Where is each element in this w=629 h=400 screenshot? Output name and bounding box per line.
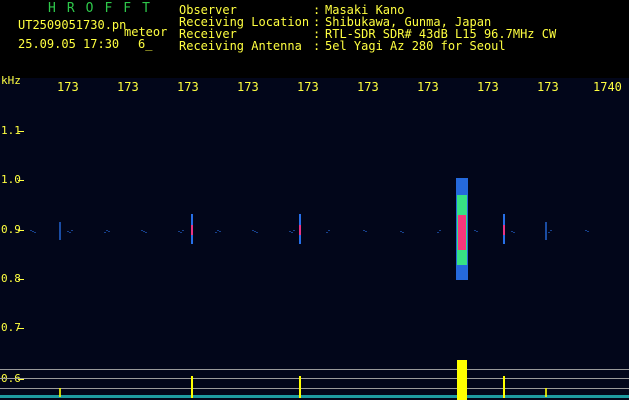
noise-dot — [104, 232, 106, 233]
noise-dot — [256, 232, 258, 233]
noise-dot — [550, 230, 552, 231]
spectrum-spike — [545, 388, 547, 397]
noise-dot — [217, 230, 219, 231]
noise-dot — [30, 230, 32, 231]
noise-dot — [363, 230, 365, 231]
signal-weak — [545, 222, 547, 240]
noise-dot — [437, 232, 439, 233]
noise-dot — [402, 232, 404, 233]
noise-dot — [328, 230, 330, 231]
noise-dot — [326, 232, 328, 233]
noise-dot — [254, 231, 256, 232]
noise-dot — [34, 232, 36, 233]
noise-dot — [365, 231, 367, 232]
noise-dot — [178, 231, 180, 232]
noise-dot — [293, 230, 295, 231]
noise-dot — [67, 231, 69, 232]
spectrum-spike — [503, 376, 505, 398]
meteor-echo-peak — [458, 215, 466, 250]
noise-dot — [71, 230, 73, 231]
noise-dot — [141, 230, 143, 231]
noise-dot — [145, 232, 147, 233]
spectrum-spike — [191, 376, 193, 398]
spectrum-spike — [59, 388, 61, 397]
noise-dot — [585, 230, 587, 231]
noise-dot — [439, 230, 441, 231]
noise-dot — [180, 232, 182, 233]
noise-dot — [548, 232, 550, 233]
spectrum-spike — [299, 376, 301, 398]
noise-dot — [587, 231, 589, 232]
noise-dot — [513, 232, 515, 233]
signal-overlay — [30, 178, 589, 400]
noise-dot — [511, 231, 513, 232]
noise-dot — [291, 232, 293, 233]
noise-dot — [182, 230, 184, 231]
noise-dot — [474, 230, 476, 231]
noise-dot — [400, 231, 402, 232]
noise-dot — [69, 232, 71, 233]
signal-trace-peak — [299, 225, 301, 235]
signal-trace-peak — [191, 225, 193, 235]
noise-dot — [476, 231, 478, 232]
noise-dot — [108, 231, 110, 232]
noise-dot — [143, 231, 145, 232]
noise-dot — [289, 231, 291, 232]
signal-weak — [59, 222, 61, 240]
noise-dot — [219, 231, 221, 232]
noise-dot — [252, 230, 254, 231]
signal-trace-peak — [503, 225, 505, 235]
noise-dot — [215, 232, 217, 233]
noise-dot — [32, 231, 34, 232]
noise-dot — [106, 230, 108, 231]
meteor-spectrum-peak — [457, 360, 467, 400]
